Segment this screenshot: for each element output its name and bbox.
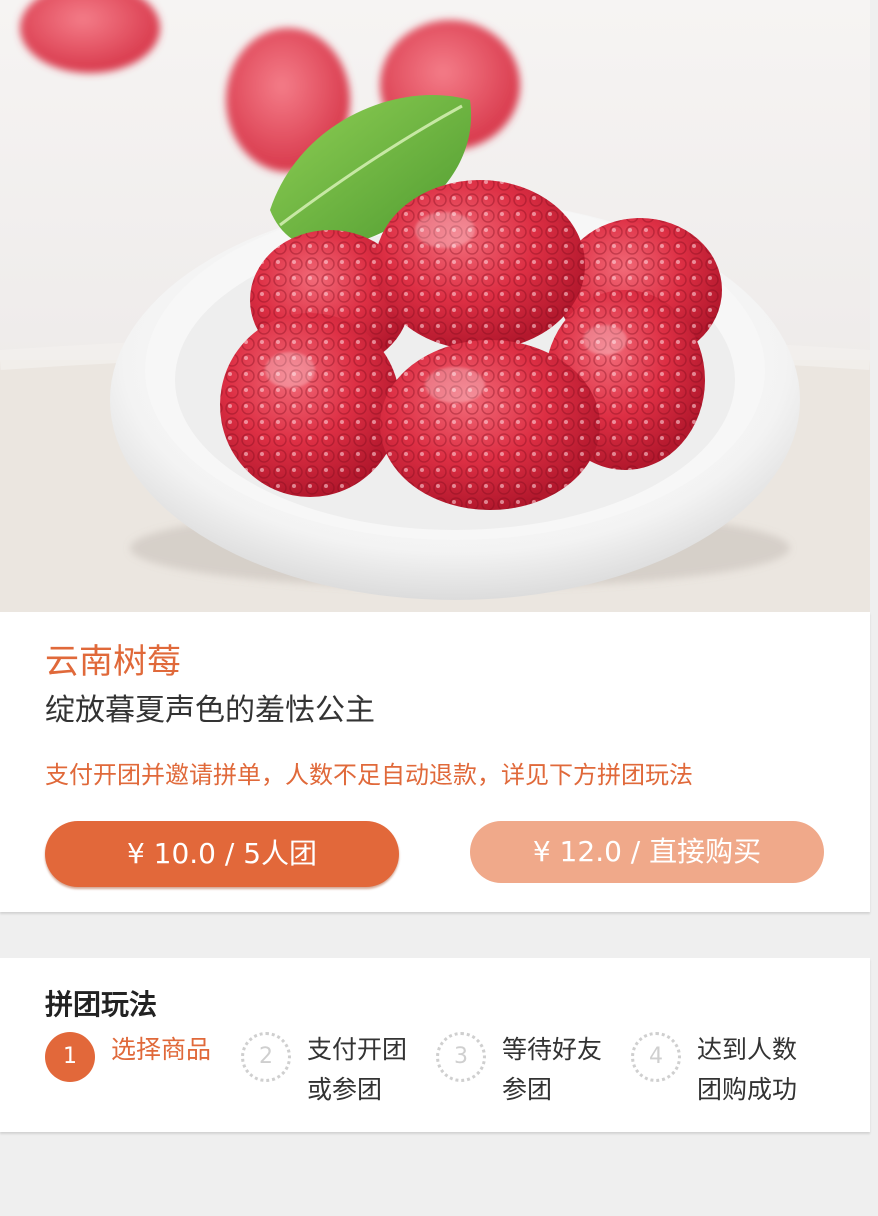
step-number-badge: 3 — [436, 1032, 486, 1082]
raspberry-bowl-illustration — [0, 0, 870, 612]
direct-buy-button[interactable]: ¥ 12.0 / 直接购买 — [470, 821, 824, 883]
step-label-line: 达到人数 — [697, 1035, 798, 1064]
step-number-badge: 4 — [631, 1032, 681, 1082]
step-label-line: 等待好友 — [502, 1035, 603, 1064]
group-buy-button[interactable]: ¥ 10.0 / 5人团 — [45, 821, 399, 887]
step-label-line: 选择商品 — [111, 1035, 212, 1064]
rules-title: 拼团玩法 — [45, 988, 158, 1021]
product-subtitle: 绽放暮夏声色的羞怯公主 — [45, 693, 375, 728]
step-label-line: 参团 — [502, 1075, 553, 1104]
step-label: 支付开团 或参团 — [307, 1030, 407, 1110]
group-buy-rules-card: 拼团玩法 1 选择商品 2 支付开团 或参团 3 等待好友 参团 4 达到人数 … — [0, 958, 870, 1132]
step-label-line: 支付开团 — [307, 1035, 408, 1064]
product-name: 云南树莓 — [45, 642, 181, 682]
step-label-line: 或参团 — [307, 1075, 383, 1104]
step-number-badge: 1 — [45, 1032, 95, 1082]
product-image — [0, 0, 870, 612]
step-label: 选择商品 — [111, 1030, 211, 1070]
group-buy-notice: 支付开团并邀请拼单，人数不足自动退款，详见下方拼团玩法 — [45, 761, 693, 789]
step-label: 等待好友 参团 — [502, 1030, 602, 1110]
product-info-card: 云南树莓 绽放暮夏声色的羞怯公主 支付开团并邀请拼单，人数不足自动退款，详见下方… — [0, 612, 870, 912]
step-label: 达到人数 团购成功 — [697, 1030, 797, 1110]
step-label-line: 团购成功 — [697, 1075, 798, 1104]
step-number-badge: 2 — [241, 1032, 291, 1082]
